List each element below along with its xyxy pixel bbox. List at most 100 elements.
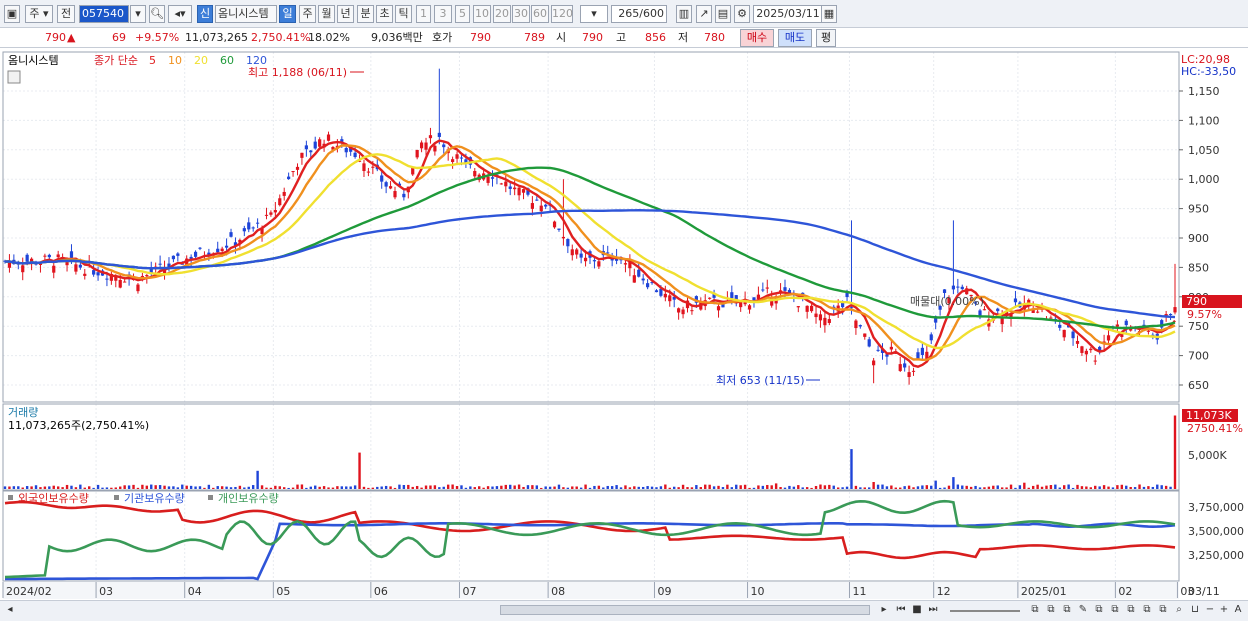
volume-bar [473, 487, 476, 489]
gear-icon[interactable]: ⚙ [734, 5, 750, 23]
candle-body [278, 198, 282, 206]
volume-bar [686, 487, 689, 489]
candle-body [1036, 311, 1040, 313]
zoom-out-icon[interactable]: − [1204, 603, 1216, 618]
volume-bar [48, 486, 51, 489]
candle-body [818, 314, 823, 321]
market-select[interactable]: 주 ▾ [25, 5, 53, 23]
candle-body [708, 297, 712, 299]
period-0[interactable]: 일 [279, 5, 296, 23]
volume-bar [491, 486, 494, 489]
zoom-slider[interactable] [950, 610, 1020, 612]
forward-icon[interactable]: ⏭ [926, 603, 940, 618]
interval-7[interactable]: 120 [551, 5, 573, 23]
volume-bar [438, 487, 441, 489]
volume-bar [43, 486, 47, 489]
volume-bar [509, 484, 512, 489]
candle-body [517, 187, 521, 196]
candle-body [273, 210, 277, 213]
volume-bar [52, 485, 55, 489]
volume-bar [101, 487, 104, 489]
trend-line-icon[interactable]: ↗ [696, 5, 712, 23]
period-1[interactable]: 주 [299, 5, 316, 23]
volume-bar [34, 485, 38, 489]
rewind-icon[interactable]: ⏮ [894, 603, 908, 618]
view-icon-3[interactable]: ⧉ [1060, 603, 1074, 618]
x-axis-labels: 2024/02 03 04 05 06 07 08 09 10 11 12 2025/01 02 0303… [2, 582, 1220, 599]
view-icon-7[interactable]: ⧉ [1140, 603, 1154, 618]
volume-bar [274, 485, 277, 489]
mode-button[interactable]: 전 [57, 5, 75, 23]
candle-body [291, 171, 295, 173]
interval-0[interactable]: 1 [416, 5, 431, 23]
open-price: 790 [582, 31, 603, 44]
volume-bar [30, 486, 33, 489]
search-icon-bottom[interactable]: ⌕ [1172, 603, 1186, 618]
volume-bar [96, 484, 100, 489]
draw-icon[interactable]: ✎ [1076, 603, 1090, 618]
volume-bar [1156, 484, 1159, 489]
search-icon[interactable]: 🔍︎ [149, 5, 165, 23]
volume-bar [460, 485, 463, 489]
scroll-thumb[interactable] [500, 605, 870, 615]
volume-bar [1071, 487, 1075, 489]
stock-code-input[interactable]: 057540 [79, 5, 129, 23]
save-icon[interactable]: ▤ [715, 5, 731, 23]
interval-4[interactable]: 20 [493, 5, 511, 23]
view-icon-5[interactable]: ⧉ [1108, 603, 1122, 618]
eval-button[interactable]: 평 [816, 29, 836, 47]
window-icon[interactable]: ▣ [4, 5, 20, 23]
candle-body [105, 278, 109, 280]
interval-3[interactable]: 10 [473, 5, 491, 23]
count-field[interactable]: 265/600 [611, 5, 667, 23]
candle-body [508, 186, 512, 189]
interval-5[interactable]: 30 [512, 5, 530, 23]
interval-dropdown-icon[interactable]: ▾ [580, 5, 608, 23]
buy-button[interactable]: 매수 [740, 29, 774, 47]
sound-icon[interactable]: ◂▾ [168, 5, 192, 23]
volume-bar [863, 487, 866, 489]
period-6[interactable]: 틱 [395, 5, 412, 23]
scroll-right-icon[interactable]: ▸ [878, 603, 890, 618]
date-field[interactable]: 2025/03/11 [753, 5, 823, 23]
view-icon-4[interactable]: ⧉ [1092, 603, 1106, 618]
sell-button[interactable]: 매도 [778, 29, 812, 47]
stop-icon[interactable]: ■ [910, 603, 924, 618]
volume-bar [735, 484, 738, 489]
period-3[interactable]: 년 [337, 5, 354, 23]
volume-bar [145, 485, 149, 489]
volume-bar [336, 486, 339, 489]
volume-bar [606, 485, 609, 489]
candle-body [681, 309, 685, 315]
candle-body [1062, 329, 1066, 338]
volume-bar [739, 485, 742, 489]
candle-body [996, 308, 1000, 312]
period-4[interactable]: 분 [357, 5, 374, 23]
interval-6[interactable]: 60 [531, 5, 549, 23]
code-dropdown-icon[interactable]: ▾ [130, 5, 146, 23]
scroll-left-icon[interactable]: ◂ [4, 603, 16, 618]
candle-body [809, 305, 814, 312]
expand-icon[interactable]: ⊔ [1188, 603, 1202, 618]
chart-type-icon[interactable]: ▥ [676, 5, 692, 23]
volume-bar [371, 487, 375, 489]
font-size-icon[interactable]: A [1232, 603, 1244, 618]
volume-bar [331, 487, 335, 489]
period-2[interactable]: 월 [318, 5, 335, 23]
period-5[interactable]: 초 [376, 5, 393, 23]
indicator-grid-icon[interactable] [7, 70, 21, 84]
volume-bar [464, 487, 468, 489]
volume-bar [70, 485, 73, 489]
candle-body [845, 293, 849, 298]
view-icon-1[interactable]: ⧉ [1028, 603, 1042, 618]
volume-bar [513, 485, 516, 489]
calendar-icon[interactable]: ▦ [821, 5, 837, 23]
interval-2[interactable]: 5 [455, 5, 470, 23]
view-icon-8[interactable]: ⧉ [1156, 603, 1170, 618]
low-price: 780 [704, 31, 725, 44]
zoom-in-icon[interactable]: + [1218, 603, 1230, 618]
view-icon-6[interactable]: ⧉ [1124, 603, 1138, 618]
view-icon-2[interactable]: ⧉ [1044, 603, 1058, 618]
interval-1[interactable]: 3 [434, 5, 452, 23]
stock-chart[interactable]: 1,1501,1001,0501,00095090085080075070065… [0, 49, 1248, 600]
